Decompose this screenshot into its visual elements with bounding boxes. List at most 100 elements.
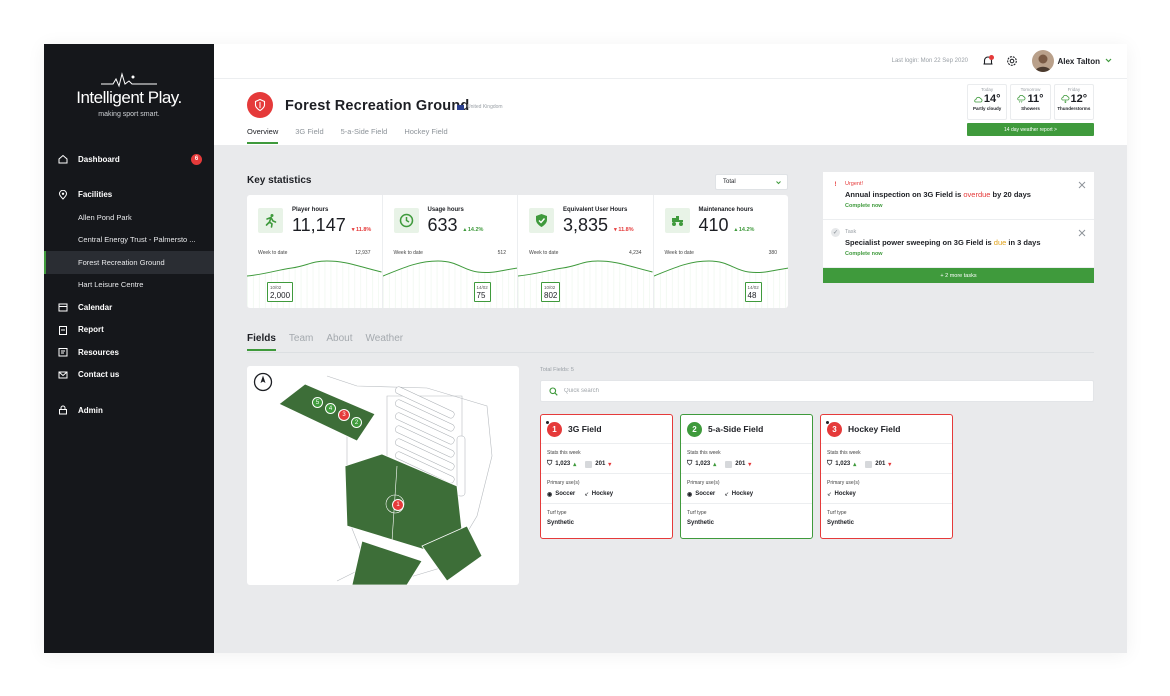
stat-card-maintenance-hours[interactable]: Maintenance hours 410 ▴ 14.2% Week to dat… <box>653 195 788 308</box>
field-cards: 1 3G Field Stats this week ⛉ 1,023 ▴ 201 ▾ Pri… <box>540 414 953 539</box>
stats-label: Stats this week <box>547 450 581 456</box>
sidebar-item-label: Calendar <box>78 302 113 312</box>
map-marker-2[interactable]: 2 <box>351 417 362 428</box>
user-name[interactable]: Alex Talton <box>1057 57 1100 66</box>
stat-card-player-hours[interactable]: Player hours 11,147 ▾ 11.8% Week to date … <box>247 195 383 308</box>
partly-cloudy-icon <box>974 96 983 103</box>
more-tasks-button[interactable]: + 2 more tasks <box>823 268 1094 283</box>
use-label: Soccer <box>555 491 576 497</box>
field-card-3g-field[interactable]: 1 3G Field Stats this week ⛉ 1,023 ▴ 201 ▾ Pri… <box>540 414 673 539</box>
shield-icon: ⛉ <box>827 460 833 467</box>
close-icon[interactable] <box>1078 229 1086 237</box>
location-pin-icon <box>58 189 68 200</box>
sidebar-item-label: Dashboard <box>78 154 120 164</box>
map-marker-5[interactable]: 5 <box>312 397 323 408</box>
brand-tagline: making sport smart. <box>98 111 160 118</box>
hockey-stick-icon: ⸔ <box>584 492 589 498</box>
complete-now-link[interactable]: Complete now <box>845 251 883 257</box>
tab-weather[interactable]: Weather <box>366 333 404 351</box>
mail-icon <box>58 370 68 380</box>
sidebar-nav: Dashboard 6 Facilities Allen Pond Park C… <box>44 148 214 422</box>
stat-value: 201 <box>875 461 886 467</box>
facility-header: Forest Recreation Ground United Kingdom … <box>214 79 1127 145</box>
sidebar-item-dashboard[interactable]: Dashboard 6 <box>44 148 214 171</box>
sidebar-item-calendar[interactable]: Calendar <box>44 296 214 319</box>
tab-hockey-field[interactable]: Hockey Field <box>404 127 447 144</box>
tab-overview[interactable]: Overview <box>247 127 279 144</box>
sidebar-item-report[interactable]: Report <box>44 319 214 342</box>
field-name: Hockey Field <box>848 424 901 434</box>
stat-change: ▾ 11.8% <box>351 227 372 233</box>
report-icon <box>58 325 68 335</box>
notification-badge: 6 <box>191 153 202 165</box>
stat-card-usage-hours[interactable]: Usage hours 633 ▴ 14.2% Week to date 512 … <box>382 195 518 308</box>
task-item-urgent[interactable]: ! Urgent! Annual inspection on 3G Field … <box>823 172 1094 220</box>
close-icon[interactable] <box>1078 181 1086 189</box>
brand-logo[interactable]: Intelligent Play. making sport smart. <box>44 70 214 118</box>
sidebar-item-contact-us[interactable]: Contact us <box>44 364 214 387</box>
stat-value: 201 <box>595 461 606 467</box>
stat-card-equivalent-user-hours[interactable]: Equivalent User Hours 3,835 ▾ 11.8% Week … <box>518 195 654 308</box>
gear-icon[interactable] <box>1005 54 1019 68</box>
weather-day-tomorrow: Tomorrow 11° Showers <box>1010 84 1051 120</box>
field-number-badge: 1 <box>545 419 562 437</box>
turf-value: Synthetic <box>547 520 575 526</box>
task-status-highlight: overdue <box>963 190 991 199</box>
chevron-down-icon <box>776 181 781 185</box>
weather-report-button[interactable]: 14 day weather report > <box>967 123 1094 136</box>
sidebar-item-admin[interactable]: Admin <box>44 399 214 422</box>
week-to-date-label: Week to date <box>258 250 288 256</box>
avatar[interactable] <box>1032 50 1054 72</box>
week-to-date-label: Week to date <box>393 250 423 256</box>
tab-3g-field[interactable]: 3G Field <box>295 127 323 144</box>
tab-team[interactable]: Team <box>289 333 313 351</box>
facility-shield-icon <box>247 92 273 118</box>
task-item-task[interactable]: ✓ Task Specialist power sweeping on 3G F… <box>823 220 1094 268</box>
field-number-badge: 3 <box>825 419 842 437</box>
field-card-hockey-field[interactable]: 3 Hockey Field Stats this week ⛉ 1,023 ▴ 201 ▾… <box>820 414 953 539</box>
sidebar-subitem-forest-recreation-ground[interactable]: Forest Recreation Ground <box>44 251 214 274</box>
stat-value: 410 <box>698 215 729 235</box>
facility-map[interactable]: 5 4 3 2 1 <box>247 366 519 585</box>
weather-day-today: Today 14° Partly cloudy <box>967 84 1008 120</box>
map-marker-1[interactable]: 1 <box>392 499 404 511</box>
sidebar-item-label: Resources <box>78 347 119 357</box>
field-name: 3G Field <box>568 424 602 434</box>
weather-temp: 12° <box>1070 93 1088 105</box>
task-message-text: Specialist power sweeping on 3G Field is <box>845 238 994 247</box>
tooltip-value: 48 <box>747 291 757 300</box>
turf-value: Synthetic <box>687 520 715 526</box>
map-marker-4[interactable]: 4 <box>325 403 336 414</box>
sidebar-subitem-allen-pond-park[interactable]: Allen Pond Park <box>44 206 214 229</box>
tab-5-a-side-field[interactable]: 5-a-Side Field <box>341 127 388 144</box>
chevron-down-icon[interactable] <box>1104 56 1113 65</box>
sidebar-item-label: Admin <box>78 405 103 415</box>
search-input[interactable] <box>564 388 964 394</box>
sidebar-subitem-central-energy-trust[interactable]: Central Energy Trust - Palmersto ... <box>44 229 214 252</box>
sidebar-subitem-hart-leisure-centre[interactable]: Hart Leisure Centre <box>44 274 214 297</box>
compass-icon <box>253 372 273 392</box>
sidebar-item-facilities[interactable]: Facilities <box>44 184 214 207</box>
lock-icon <box>58 405 68 415</box>
sidebar-item-resources[interactable]: Resources <box>44 341 214 364</box>
map-marker-3[interactable]: 3 <box>338 409 350 421</box>
quick-search[interactable] <box>540 380 1094 402</box>
task-status-highlight: due <box>993 238 1007 247</box>
weather-day-label: Friday <box>1067 87 1081 92</box>
facility-country: United Kingdom <box>457 104 503 110</box>
stat-value: 11,147 <box>292 215 346 235</box>
complete-now-link[interactable]: Complete now <box>845 203 883 209</box>
field-card-5-a-side-field[interactable]: 2 5-a-Side Field Stats this week ⛉ 1,023 ▴ 20… <box>680 414 813 539</box>
sidebar: Intelligent Play. making sport smart. Da… <box>44 44 214 653</box>
stats-filter-select[interactable]: Total <box>715 174 788 190</box>
sparkline-tooltip: 10/02 2,000 <box>267 282 294 302</box>
use-label: Hockey <box>834 491 856 497</box>
tab-about[interactable]: About <box>326 333 352 351</box>
uses-label: Primary use(s) <box>547 480 580 486</box>
sparkline-chart <box>653 260 788 308</box>
task-type: Urgent! <box>845 181 864 187</box>
sparkline-tooltip: 14/02 48 <box>744 282 762 302</box>
tab-fields[interactable]: Fields <box>247 333 276 351</box>
alert-icon: ! <box>834 181 837 188</box>
bell-icon[interactable] <box>981 54 995 68</box>
